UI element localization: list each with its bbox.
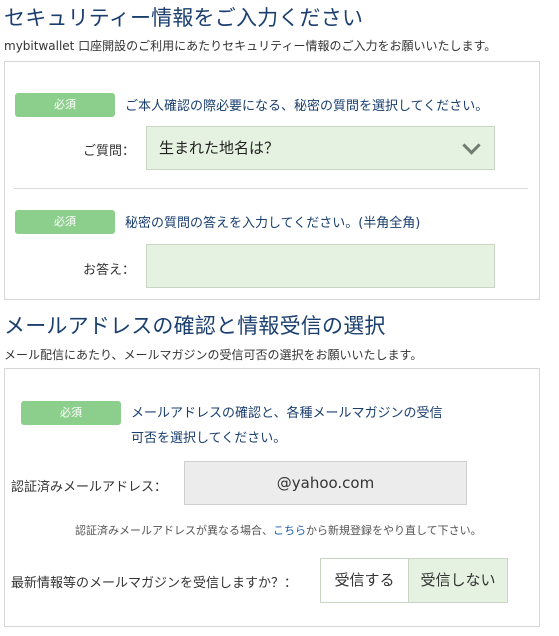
re-register-note-suffix: から新規登録をやり直して下さい。 <box>306 524 482 537</box>
security-section-title: セキュリティー情報をご入力ください <box>4 6 364 30</box>
re-register-note-prefix: 認証済みメールアドレスが異なる場合、 <box>75 524 273 537</box>
answer-label: お答え： <box>82 263 135 278</box>
mail-prompt-line2: 可否を選択してください。 <box>131 431 287 446</box>
receive-option-button[interactable]: 受信する <box>320 558 409 603</box>
re-register-note: 認証済みメールアドレスが異なる場合、こちらから新規登録をやり直して下さい。 <box>75 522 482 538</box>
newsletter-question: 最新情報等のメールマガジンを受信しますか？： <box>11 576 298 591</box>
secret-question-select[interactable]: 生まれた地名は？ <box>146 126 495 170</box>
secret-answer-input[interactable] <box>146 244 495 288</box>
mail-section-title: メールアドレスの確認と情報受信の選択 <box>4 314 386 338</box>
mail-panel: 必須 メールアドレスの確認と、各種メールマガジンの受信 可否を選択してください。… <box>4 368 540 627</box>
security-panel: 必須 ご本人確認の際必要になる、秘密の質問を選択してください。 ご質問： 生まれ… <box>4 61 540 300</box>
not-receive-option-button[interactable]: 受信しない <box>408 558 508 603</box>
chevron-down-icon <box>462 136 481 155</box>
secret-question-selected-value: 生まれた地名は？ <box>159 139 280 157</box>
required-badge: 必須 <box>15 210 115 234</box>
mail-section-description: メール配信にあたり、メールマガジンの受信可否の選択をお願いいたします。 <box>4 348 423 362</box>
security-section-description: mybitwallet 口座開設のご利用にあたりセキュリティー情報のご入力をお願… <box>4 39 497 53</box>
required-badge: 必須 <box>21 401 121 425</box>
email-label: 認証済みメールアドレス： <box>11 480 168 495</box>
re-register-link[interactable]: こちら <box>273 524 306 537</box>
question-label: ご質問： <box>82 144 135 159</box>
required-badge: 必須 <box>15 93 115 117</box>
question-prompt: ご本人確認の際必要になる、秘密の質問を選択してください。 <box>125 99 489 114</box>
mail-prompt-line1: メールアドレスの確認と、各種メールマガジンの受信 <box>131 406 443 421</box>
section-divider <box>14 188 528 189</box>
answer-prompt: 秘密の質問の答えを入力してください。(半角全角) <box>125 216 421 231</box>
verified-email-field: @yahoo.com <box>184 461 467 505</box>
